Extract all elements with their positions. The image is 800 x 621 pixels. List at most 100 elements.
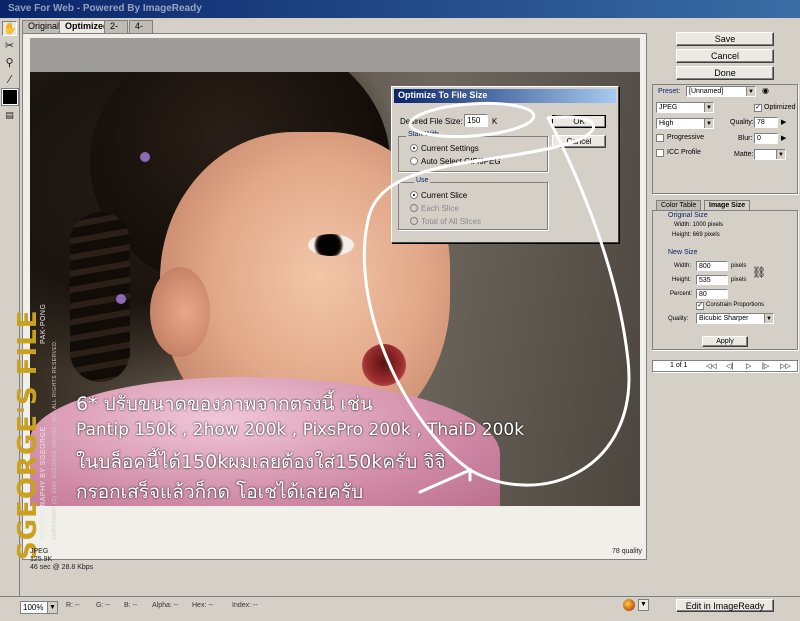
current-slice-radio[interactable] bbox=[410, 191, 418, 199]
watermark: SGEORGE'S FILE bbox=[5, 309, 43, 570]
preset-menu-icon[interactable]: ◉ bbox=[762, 86, 769, 95]
zoom-icon[interactable]: ⚲ bbox=[2, 55, 17, 70]
done-button[interactable]: Done bbox=[676, 66, 774, 80]
edit-in-imageready-button[interactable]: Edit in ImageReady bbox=[676, 599, 774, 612]
constrain-proportions-label: Constrain Proportions bbox=[706, 302, 765, 308]
watermark-logo: SGEORGE'S FILE bbox=[13, 309, 43, 560]
photo-eye-left bbox=[308, 234, 354, 256]
cancel-button[interactable]: Cancel bbox=[676, 49, 774, 63]
blur-input[interactable]: 0 bbox=[754, 133, 778, 144]
readout-green: G: -- bbox=[96, 602, 110, 609]
quality-level-select[interactable]: High ▼ bbox=[656, 118, 714, 129]
chevron-down-icon: ▼ bbox=[704, 103, 713, 112]
photo-ear bbox=[150, 267, 210, 357]
image-file-size: 125.9K bbox=[30, 556, 53, 563]
optimized-label: Optimized bbox=[764, 104, 796, 111]
original-size-title: Original Size bbox=[666, 212, 710, 219]
quality-level-value: High bbox=[659, 120, 674, 127]
quality-label: Quality: bbox=[730, 119, 754, 126]
ok-button[interactable]: OK bbox=[552, 115, 606, 128]
quality-input[interactable]: 78 bbox=[754, 117, 778, 128]
icc-profile-checkbox[interactable] bbox=[656, 149, 664, 157]
window-title: Save For Web - Powered By ImageReady bbox=[8, 3, 202, 14]
apply-button[interactable]: Apply bbox=[702, 336, 748, 347]
chevron-down-icon: ▼ bbox=[704, 119, 713, 128]
image-quality-readout: 78 quality bbox=[612, 548, 642, 555]
original-height: Height: 669 pixels bbox=[672, 232, 720, 238]
optimize-to-file-size-dialog: Optimize To File Size Desired File Size:… bbox=[391, 86, 619, 243]
new-width-input[interactable]: 800 bbox=[696, 261, 728, 271]
auto-select-radio[interactable] bbox=[410, 157, 418, 165]
chevron-down-icon[interactable]: ▼ bbox=[638, 599, 649, 611]
percent-label: Percent: bbox=[670, 291, 693, 297]
annotation-line-4: กรอกเสร็จแล้วก็กด โอเชได้เลยครับ bbox=[76, 481, 364, 503]
annotation-line-1: 6* ปรับขนาดของภาพจากตรงนี้ เช่น bbox=[76, 393, 373, 415]
tab-4-up[interactable]: 4-Up bbox=[129, 20, 153, 42]
chevron-down-icon: ▼ bbox=[746, 87, 755, 96]
hand-icon[interactable]: ✋ bbox=[2, 21, 17, 36]
previous-frame-icon[interactable]: ◁| bbox=[726, 362, 733, 370]
slice-select-icon[interactable]: ✂ bbox=[2, 38, 17, 53]
format-select[interactable]: JPEG ▼ bbox=[656, 102, 714, 113]
save-button[interactable]: Save bbox=[676, 32, 774, 46]
matte-label: Matte: bbox=[734, 151, 754, 158]
icc-profile-label: ICC Profile bbox=[667, 149, 701, 156]
preview-in-browser-icon[interactable] bbox=[623, 599, 635, 611]
original-width: Width: 1000 pixels bbox=[674, 222, 724, 228]
dialog-title-bar: Optimize To File Size bbox=[394, 89, 616, 103]
each-slice-radio bbox=[410, 204, 418, 212]
dialog-title: Optimize To File Size bbox=[398, 90, 488, 100]
photo-hair-clip bbox=[140, 152, 150, 162]
chevron-down-icon[interactable]: ▼ bbox=[47, 602, 57, 613]
start-with-title: Start With bbox=[406, 131, 441, 138]
matte-select[interactable]: ▼ bbox=[754, 149, 786, 160]
dialog-cancel-button[interactable]: Cancel bbox=[552, 135, 606, 148]
new-height-input[interactable]: 535 bbox=[696, 275, 728, 285]
image-download-time: 46 sec @ 28.8 Kbps bbox=[30, 564, 94, 571]
desired-size-input[interactable]: 150 bbox=[464, 114, 488, 127]
new-height-unit: pixels bbox=[731, 277, 747, 283]
resample-quality-label: Quality: bbox=[668, 316, 689, 322]
preset-value: [Unnamed] bbox=[689, 88, 724, 95]
tab-image-size[interactable]: Image Size bbox=[704, 200, 751, 210]
last-frame-icon[interactable]: ▷▷ bbox=[780, 362, 791, 370]
auto-select-label: Auto Select GIF/JPEG bbox=[421, 157, 501, 166]
readout-hex: Hex: -- bbox=[192, 602, 213, 609]
chevron-down-icon: ▼ bbox=[776, 150, 785, 159]
first-frame-icon[interactable]: ◁◁ bbox=[706, 362, 717, 370]
current-settings-radio[interactable] bbox=[410, 144, 418, 152]
eyedropper-color-swatch[interactable] bbox=[1, 88, 19, 106]
each-slice-label: Each Slice bbox=[421, 204, 459, 213]
chevron-right-icon[interactable]: ▶ bbox=[781, 134, 786, 142]
percent-input[interactable]: 80 bbox=[696, 289, 728, 299]
progressive-checkbox[interactable] bbox=[656, 134, 664, 142]
tab-color-table[interactable]: Color Table bbox=[656, 200, 702, 210]
tab-2-up[interactable]: 2-Up bbox=[104, 20, 128, 42]
annotation-line-2: Pantip 150k , 2how 200k , PixsPro 200k ,… bbox=[76, 420, 525, 440]
readout-alpha: Alpha: -- bbox=[152, 602, 179, 609]
readout-red: R: -- bbox=[66, 602, 80, 609]
current-settings-label: Current Settings bbox=[421, 144, 479, 153]
toggle-slices-icon[interactable]: ▤ bbox=[2, 109, 17, 124]
image-info: JPEG 125.9K 46 sec @ 28.8 Kbps bbox=[30, 548, 93, 572]
constrain-proportions-checkbox[interactable]: ✓ bbox=[696, 302, 704, 310]
readout-blue: B: -- bbox=[124, 602, 138, 609]
photo-hair-clip bbox=[116, 294, 126, 304]
photo-mouth bbox=[362, 344, 406, 386]
use-title: Use bbox=[414, 177, 431, 184]
chevron-right-icon[interactable]: ▶ bbox=[781, 118, 786, 126]
optimized-checkbox[interactable]: ✓ bbox=[754, 104, 762, 112]
preset-label: Preset: bbox=[658, 88, 681, 95]
image-format: JPEG bbox=[30, 548, 49, 555]
play-icon[interactable]: ▷ bbox=[746, 362, 751, 370]
watermark-copyright: COPYRIGHT (C) 2007 SGEORGE ONLINE, INC. … bbox=[52, 339, 58, 540]
resample-quality-select[interactable]: Bicubic Sharper ▼ bbox=[696, 313, 774, 324]
resample-quality-value: Bicubic Sharper bbox=[699, 315, 749, 322]
progressive-label: Progressive bbox=[667, 134, 704, 141]
watermark-author: PAK-PONG bbox=[40, 303, 47, 344]
next-frame-icon[interactable]: |▷ bbox=[762, 362, 769, 370]
preset-select[interactable]: [Unnamed] ▼ bbox=[686, 86, 756, 97]
chevron-down-icon: ▼ bbox=[764, 314, 773, 323]
eyedropper-icon[interactable]: ⁄ bbox=[2, 72, 17, 87]
watermark-photography: PHOTOGRAPHY BY SGEORGE bbox=[40, 426, 47, 540]
